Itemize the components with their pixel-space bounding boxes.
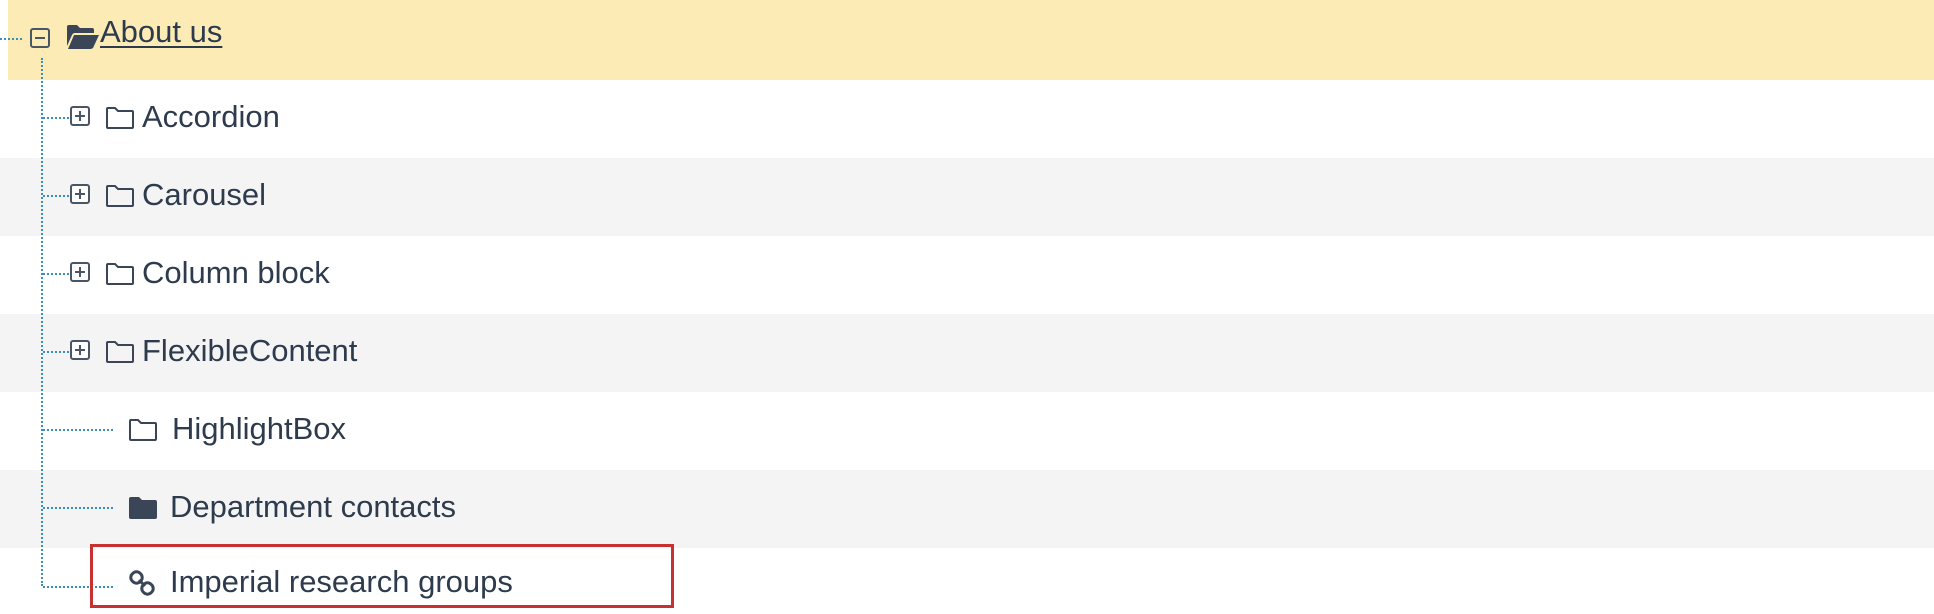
tree-node-carousel[interactable]: Carousel [0,158,1934,236]
collapse-toggle-icon[interactable] [30,28,50,48]
connector-line [43,273,69,275]
connector-line [43,507,113,509]
tree-node-label[interactable]: Accordion [142,99,280,135]
tree-node-flexiblecontent[interactable]: FlexibleContent [0,314,1934,392]
connector-line [43,429,113,431]
folder-outline-icon [105,106,135,130]
tree-node-label[interactable]: HighlightBox [172,411,346,447]
tree-node-label[interactable]: About us [100,14,222,50]
connector-line [0,38,22,40]
folder-filled-icon [128,496,158,520]
tree-node-highlightbox[interactable]: HighlightBox [0,392,1934,470]
expand-toggle-icon[interactable] [70,340,90,360]
tree-node-label[interactable]: FlexibleContent [142,333,357,369]
connector-line [43,351,69,353]
highlight-annotation-box [90,544,674,608]
connector-line [43,117,69,119]
tree-node-accordion[interactable]: Accordion [0,80,1934,158]
folder-outline-icon [105,262,135,286]
folder-outline-icon [105,184,135,208]
tree-node-label[interactable]: Carousel [142,177,266,213]
tree-node-about-us[interactable]: About us [8,0,1934,80]
expand-toggle-icon[interactable] [70,262,90,282]
content-tree: About us Accordion Carousel Column block [0,0,1934,614]
expand-toggle-icon[interactable] [70,184,90,204]
connector-line [43,195,69,197]
tree-node-label[interactable]: Department contacts [170,489,456,525]
tree-node-column-block[interactable]: Column block [0,236,1934,314]
tree-node-label[interactable]: Column block [142,255,330,291]
expand-toggle-icon[interactable] [70,106,90,126]
connector-line [41,58,43,586]
tree-node-department-contacts[interactable]: Department contacts [0,470,1934,548]
folder-open-icon [66,24,100,50]
folder-outline-icon [105,340,135,364]
folder-outline-icon [128,418,158,442]
